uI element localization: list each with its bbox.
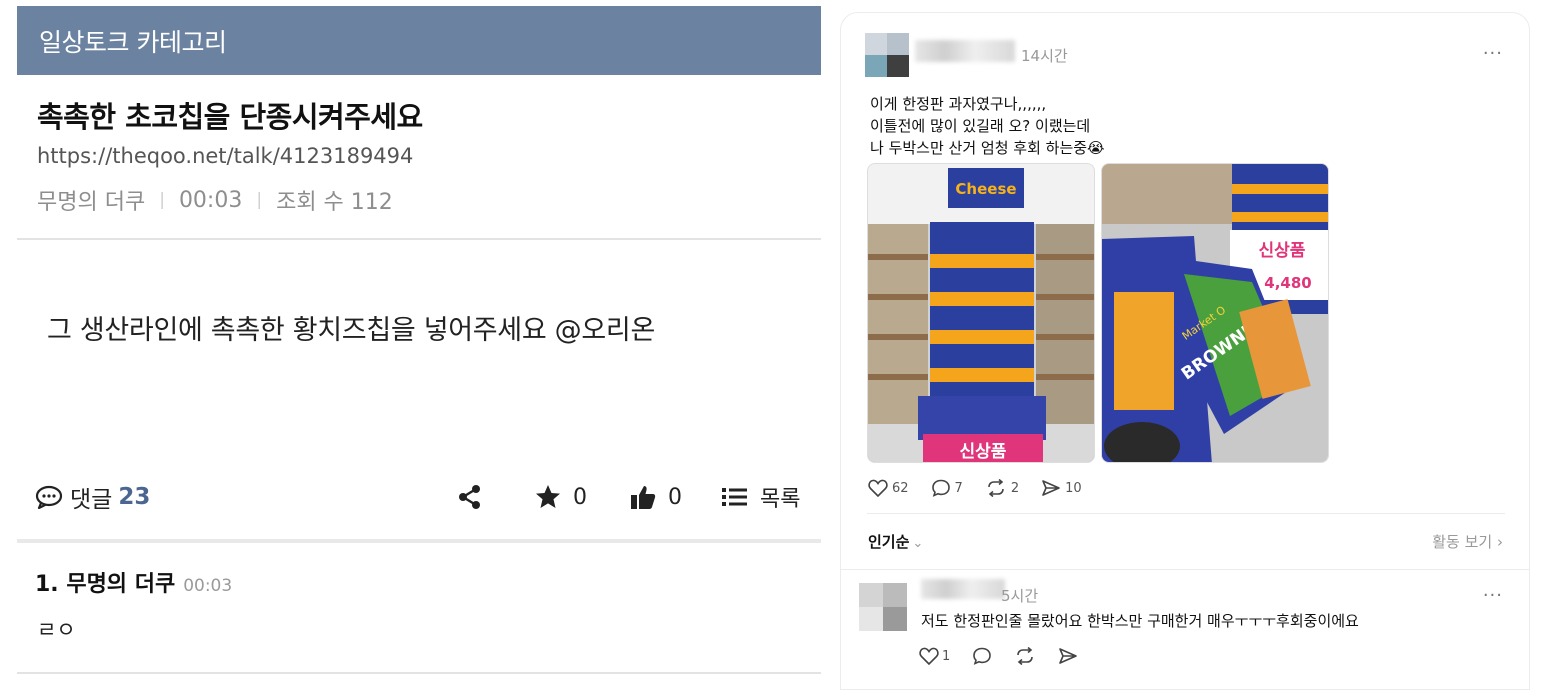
divider: [17, 238, 821, 240]
comment-count: 23: [118, 484, 151, 510]
divider: [17, 672, 821, 674]
reply-like-action[interactable]: 1: [919, 647, 950, 665]
svg-text:신상품: 신상품: [1259, 241, 1306, 261]
star-button[interactable]: 0: [535, 478, 587, 516]
blurred-username[interactable]: [915, 40, 1015, 62]
view-activity-link[interactable]: 활동 보기 ›: [1432, 531, 1503, 552]
heart-icon: [919, 647, 939, 665]
sort-label: 인기순: [868, 533, 910, 551]
share-action[interactable]: 10: [1041, 479, 1082, 497]
product-box-photo[interactable]: 신상품 4,480 BROWNIE Market O: [1101, 163, 1329, 463]
post-title: 촉촉한 초코칩을 단종시켜주세요: [37, 100, 423, 134]
svg-text:4,480: 4,480: [1264, 274, 1311, 292]
post-timestamp: 14시간: [1021, 47, 1068, 65]
more-options-icon[interactable]: ···: [1483, 585, 1503, 606]
reply-action[interactable]: 7: [931, 479, 963, 497]
reply-avatar[interactable]: [859, 583, 907, 631]
reply-stats: 1: [919, 647, 1100, 665]
divider: [17, 539, 821, 543]
reply-text: 저도 한정판인줄 몰랐어요 한박스만 구매한거 매우ㅜㅜㅜ후회중이에요: [921, 612, 1359, 630]
like-button[interactable]: 0: [630, 478, 682, 516]
theqoo-post-panel: 일상토크 카테고리 촉촉한 초코칩을 단종시켜주세요 https://theqo…: [17, 6, 821, 690]
meta-separator: |: [159, 190, 165, 210]
comment-icon: [973, 647, 992, 665]
comment-text: ㄹㅇ: [37, 618, 76, 642]
divider: [867, 513, 1505, 514]
share-icon: [459, 485, 480, 509]
reply-repost-action[interactable]: [1014, 647, 1036, 665]
heart-icon: [868, 479, 888, 497]
category-title: 일상토크 카테고리: [39, 27, 227, 57]
svg-text:Cheese: Cheese: [955, 180, 1016, 198]
list-button[interactable]: 목록: [722, 478, 800, 516]
send-icon: [1059, 648, 1078, 664]
repost-action[interactable]: 2: [985, 479, 1019, 497]
category-bar[interactable]: 일상토크 카테고리: [17, 6, 821, 75]
more-options-icon[interactable]: ···: [1483, 43, 1503, 64]
post-body: 그 생산라인에 촉촉한 황치즈칩을 넣어주세요 @오리온: [47, 315, 655, 346]
chevron-down-icon: ⌄: [912, 536, 924, 551]
comment-label: 댓글: [70, 487, 113, 513]
comment-time: 00:03: [183, 576, 233, 596]
comment-header: 1. 무명의 더쿠 00:03: [35, 566, 232, 598]
list-label: 목록: [760, 487, 801, 512]
reply-comment-action[interactable]: [972, 647, 992, 665]
post-author: 무명의 더쿠: [37, 190, 146, 215]
star-icon: [536, 485, 560, 508]
repost-icon: [988, 479, 1004, 497]
share-button[interactable]: [457, 478, 483, 516]
post-actions: 댓글 23 0 0 목록: [17, 478, 821, 516]
like-action[interactable]: 62: [868, 479, 909, 497]
blurred-username[interactable]: [921, 579, 1005, 599]
like-count: 62: [892, 480, 909, 496]
thumbs-up-icon: [631, 486, 656, 509]
repost-icon: [1017, 647, 1034, 665]
sort-dropdown[interactable]: 인기순 ⌄: [868, 531, 923, 552]
threads-post-panel: 14시간 ··· 이게 한정판 과자였구나,,,,,, 이틀전에 많이 있길래 …: [840, 12, 1530, 690]
repost-count: 2: [1010, 480, 1020, 496]
post-meta: 무명의 더쿠 | 00:03 | 조회 수 112: [37, 184, 393, 216]
reply-like-count: 1: [942, 648, 951, 664]
like-count: 0: [668, 484, 682, 510]
comment-icon: [931, 479, 950, 497]
divider: [841, 569, 1529, 570]
avatar[interactable]: [865, 33, 909, 77]
reply-share-action[interactable]: [1058, 647, 1078, 665]
post-url[interactable]: https://theqoo.net/talk/4123189494: [37, 144, 413, 168]
comment-author: 1. 무명의 더쿠: [35, 572, 176, 597]
comment-bubble-icon: [35, 485, 63, 509]
post-text-line: 이게 한정판 과자였구나,,,,,,: [870, 95, 1047, 113]
post-stats: 62 7 2 10: [868, 479, 1104, 497]
post-text-line: 나 두박스만 산거 엄청 후회 하는중😭: [870, 139, 1105, 157]
post-views: 조회 수 112: [276, 190, 393, 215]
post-text-line: 이틀전에 많이 있길래 오? 이랬는데: [870, 117, 1091, 135]
meta-separator: |: [256, 190, 263, 210]
comment-button[interactable]: 댓글 23: [35, 478, 150, 516]
star-count: 0: [573, 484, 587, 510]
svg-text:신상품: 신상품: [960, 442, 1007, 462]
comment-count: 7: [954, 480, 963, 496]
send-icon: [1042, 480, 1060, 496]
share-count: 10: [1065, 480, 1082, 496]
store-display-photo[interactable]: Cheese 신상품: [867, 163, 1095, 463]
reply-timestamp: 5시간: [1001, 587, 1039, 605]
list-icon: [722, 488, 747, 506]
post-time: 00:03: [178, 187, 243, 213]
